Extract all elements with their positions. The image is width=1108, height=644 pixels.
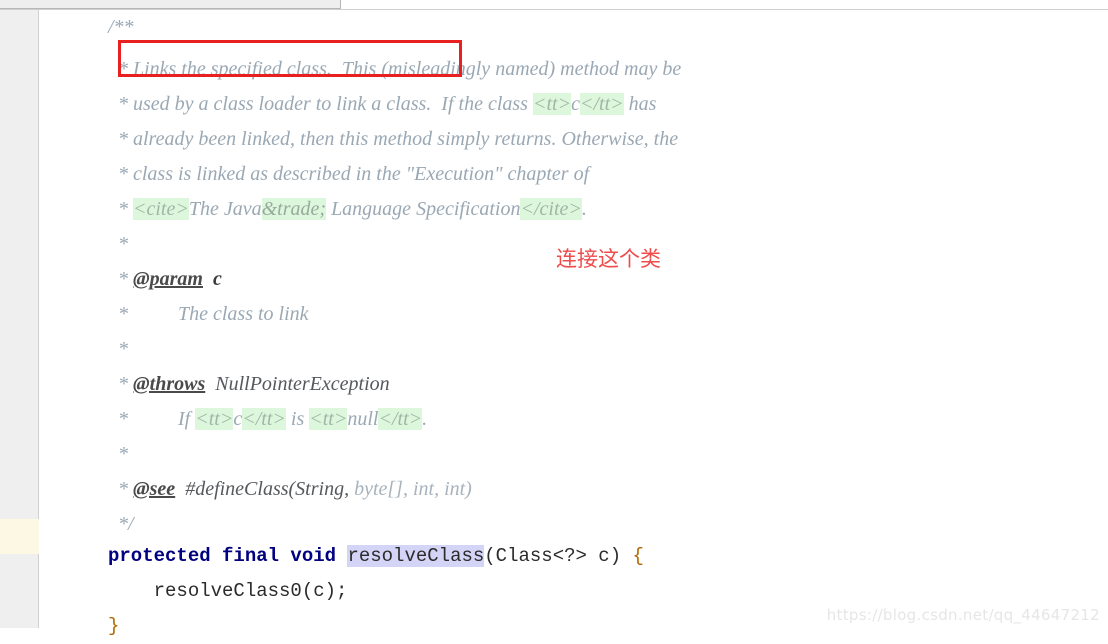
- code-line-param-desc[interactable]: * The class to link: [118, 297, 309, 332]
- code-open-brace: {: [632, 545, 644, 567]
- code-line-method-body[interactable]: resolveClass0(c);: [108, 574, 348, 609]
- code-line-method-close[interactable]: }: [108, 609, 119, 644]
- html-tag-tt-close-3: </tt>: [378, 408, 423, 430]
- javadoc-param-name: c: [212, 268, 222, 290]
- code-call-resolveclass0: resolveClass0(c);: [108, 580, 348, 602]
- code-line-blank-3[interactable]: *: [118, 437, 128, 472]
- editor-tab-strip-fragment[interactable]: [0, 0, 341, 9]
- javadoc-throws-type: NullPointerException: [215, 373, 390, 395]
- html-entity-trade: &trade;: [261, 198, 327, 220]
- code-editor-area[interactable]: /** * Links the specified class. This (m…: [39, 10, 1108, 637]
- html-tag-tt-open-2: <tt>: [195, 408, 234, 430]
- html-tag-tt-close: </tt>: [579, 93, 624, 115]
- code-line-execution-chapter[interactable]: * class is linked as described in the "E…: [118, 157, 589, 192]
- code-method-name-resolveclass: resolveClass: [347, 545, 485, 567]
- watermark-url: https://blog.csdn.net/qq_44647212: [826, 606, 1100, 624]
- javadoc-tag-throws: @throws: [133, 373, 206, 395]
- javadoc-see-params: byte[], int, int): [349, 478, 472, 500]
- code-keywords-modifiers: protected final void: [108, 545, 348, 567]
- code-close-brace: }: [108, 615, 120, 637]
- code-line-throws-desc[interactable]: * If <tt>c</tt> is <tt>null</tt>.: [118, 402, 427, 437]
- html-tag-cite-close: </cite>: [520, 198, 582, 220]
- code-line-method-signature[interactable]: protected final void resolveClass(Class<…: [108, 539, 644, 574]
- html-tag-cite-open: <cite>: [133, 198, 189, 220]
- html-tag-tt-open-3: <tt>: [309, 408, 348, 430]
- code-line-already-linked[interactable]: * already been linked, then this method …: [118, 122, 678, 157]
- code-line-see[interactable]: * @see #defineClass(String, byte[], int,…: [118, 472, 472, 507]
- code-line-blank-1[interactable]: *: [118, 227, 128, 262]
- code-line-javadoc-open[interactable]: /**: [108, 10, 134, 45]
- code-line-param[interactable]: * @param c: [118, 262, 222, 297]
- html-tag-tt-close-2: </tt>: [242, 408, 286, 430]
- code-line-blank-2[interactable]: *: [118, 332, 128, 367]
- chinese-annotation-note: 连接这个类: [556, 247, 661, 271]
- code-line-used-by[interactable]: * used by a class loader to link a class…: [118, 87, 656, 122]
- code-method-params: (Class<?> c): [484, 545, 633, 567]
- javadoc-tag-see: @see: [133, 478, 176, 500]
- code-line-throws[interactable]: * @throws NullPointerException: [118, 367, 390, 402]
- code-line-javadoc-close[interactable]: */: [118, 507, 134, 542]
- javadoc-tag-param: @param: [133, 268, 203, 290]
- html-tag-tt-open: <tt>: [532, 93, 572, 115]
- javadoc-see-ref: #defineClass(String,: [185, 478, 350, 500]
- code-line-cite[interactable]: * <cite>The Java&trade; Language Specifi…: [118, 192, 587, 227]
- code-line-summary[interactable]: * Links the specified class. This (misle…: [118, 52, 681, 87]
